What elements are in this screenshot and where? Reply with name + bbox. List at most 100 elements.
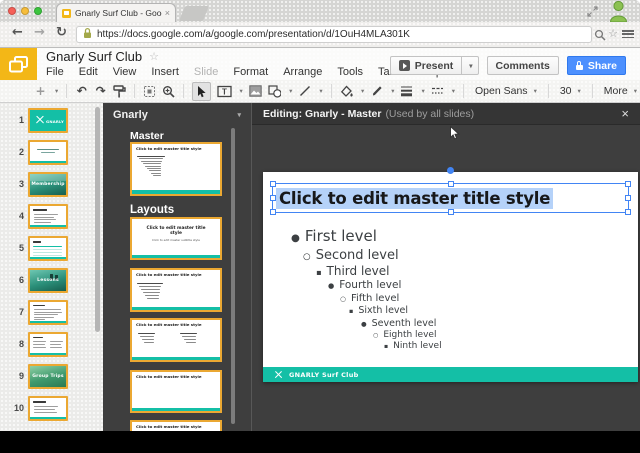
layout-thumbnail-title-slide[interactable]: Click to edit master title style Click t…: [130, 217, 222, 260]
menu-tools[interactable]: Tools: [337, 66, 363, 78]
resize-handle[interactable]: [448, 209, 454, 215]
resize-handle[interactable]: [270, 209, 276, 215]
share-button[interactable]: Share: [567, 56, 626, 75]
resize-handle[interactable]: [448, 181, 454, 187]
master-slide-canvas[interactable]: Click to edit master title style ●First …: [263, 172, 638, 382]
browser-tab[interactable]: Gnarly Surf Club - Google ×: [56, 3, 176, 22]
zoom-icon[interactable]: [162, 83, 175, 100]
resize-handle[interactable]: [625, 195, 631, 201]
filmstrip-slide-9[interactable]: 9 Group Trips: [6, 364, 68, 389]
resize-handle[interactable]: [625, 209, 631, 215]
filmstrip-slide-4[interactable]: 4: [6, 204, 68, 229]
slide-thumbnail[interactable]: Group Trips: [28, 364, 68, 389]
font-size-dropdown[interactable]: 30 ▾: [557, 85, 584, 97]
layout-thumbnail-title-body[interactable]: Click to edit master title style: [130, 268, 222, 312]
reload-icon[interactable]: ↻: [56, 25, 67, 40]
filmstrip-slide-1[interactable]: 1 GNARLY: [6, 108, 68, 133]
tab-close-icon[interactable]: ×: [165, 8, 170, 18]
menu-format[interactable]: Format: [233, 66, 268, 78]
undo-icon[interactable]: ↶: [75, 83, 88, 100]
line-dropdown-icon[interactable]: ▾: [319, 87, 322, 95]
minimize-window-button[interactable]: [21, 7, 29, 15]
redo-icon[interactable]: ↷: [94, 83, 107, 100]
line-tool-icon[interactable]: [298, 83, 311, 100]
menu-insert[interactable]: Insert: [151, 66, 179, 78]
filmstrip-slide-3[interactable]: 3 Membership: [6, 172, 68, 197]
filmstrip-slide-6[interactable]: 6 Lessons: [6, 268, 68, 293]
font-family-dropdown[interactable]: Open Sans ▾: [472, 85, 540, 97]
forward-icon[interactable]: →: [34, 25, 45, 40]
slide-thumbnail[interactable]: GNARLY: [28, 108, 68, 133]
resize-handle[interactable]: [625, 181, 631, 187]
crossed-surfboards-icon: [35, 115, 45, 125]
line-weight-icon[interactable]: [400, 83, 413, 100]
filmstrip-slide-2[interactable]: 2: [6, 140, 68, 165]
filmstrip-slide-8[interactable]: 8: [6, 332, 68, 357]
resize-handle[interactable]: [270, 195, 276, 201]
layout-thumbnail-partial[interactable]: Click to edit master title style: [130, 420, 222, 431]
title-placeholder[interactable]: Click to edit master title style: [272, 183, 629, 213]
zoom-page-icon[interactable]: [594, 28, 606, 46]
new-slide-button[interactable]: +: [34, 83, 47, 100]
new-tab-button[interactable]: [179, 6, 209, 21]
star-document-icon[interactable]: ☆: [149, 50, 159, 63]
fill-color-dropdown-icon[interactable]: ▾: [361, 87, 364, 95]
slide-thumbnail[interactable]: Membership: [28, 172, 68, 197]
filmstrip-scrollbar[interactable]: [95, 107, 100, 332]
title-text[interactable]: Click to edit master title style: [276, 188, 553, 209]
line-color-dropdown-icon[interactable]: ▾: [391, 87, 394, 95]
shape-tool-icon[interactable]: [268, 83, 281, 100]
paint-format-icon[interactable]: [113, 83, 126, 100]
textbox-tool-icon[interactable]: T: [217, 83, 231, 100]
present-dropdown[interactable]: ▾: [461, 56, 478, 75]
line-color-icon[interactable]: [370, 83, 383, 100]
slide-thumbnail[interactable]: [28, 140, 68, 165]
zoom-window-button[interactable]: [34, 7, 42, 15]
line-dash-dropdown-icon[interactable]: ▾: [452, 87, 455, 95]
thumb-title: Click to edit master title style: [136, 425, 216, 430]
menu-arrange[interactable]: Arrange: [283, 66, 322, 78]
master-thumbnail[interactable]: Click to edit master title style: [130, 142, 222, 196]
slide-thumbnail[interactable]: Lessons: [28, 268, 68, 293]
expand-icon[interactable]: [587, 4, 598, 22]
filmstrip-slide-7[interactable]: 7: [6, 300, 68, 325]
rotate-handle[interactable]: [447, 167, 454, 174]
textbox-dropdown-icon[interactable]: ▾: [240, 87, 243, 95]
back-icon[interactable]: ←: [12, 25, 23, 40]
document-title[interactable]: Gnarly Surf Club: [46, 49, 142, 64]
slide-thumbnail[interactable]: [28, 300, 68, 325]
close-window-button[interactable]: [8, 7, 16, 15]
resize-handle[interactable]: [270, 181, 276, 187]
layout-thumbnail-title-only[interactable]: Click to edit master title style: [130, 370, 222, 413]
close-icon[interactable]: ×: [621, 107, 629, 120]
body-placeholder[interactable]: ●First level ○Second level ▪Third level …: [291, 228, 442, 352]
slide-thumbnail[interactable]: [28, 204, 68, 229]
filmstrip-slide-5[interactable]: 5: [6, 236, 68, 261]
slides-logo[interactable]: [0, 48, 37, 80]
select-tool-icon[interactable]: [192, 82, 211, 101]
menu-view[interactable]: View: [113, 66, 137, 78]
zoom-fit-icon[interactable]: [143, 83, 156, 100]
address-bar[interactable]: https://docs.google.com/a/google.com/pre…: [76, 26, 592, 43]
thumb-label: Lessons: [30, 278, 66, 283]
menu-file[interactable]: File: [46, 66, 64, 78]
present-button[interactable]: Present: [390, 56, 463, 75]
layout-thumbnail-two-columns[interactable]: Click to edit master title style: [130, 318, 222, 362]
theme-selector[interactable]: Gnarly ▾: [103, 103, 251, 127]
slide-thumbnail[interactable]: [28, 236, 68, 261]
menu-edit[interactable]: Edit: [79, 66, 98, 78]
more-dropdown[interactable]: More ▾: [601, 85, 640, 97]
bookmark-star-icon[interactable]: ☆: [608, 27, 618, 40]
line-weight-dropdown-icon[interactable]: ▾: [421, 87, 424, 95]
new-slide-dropdown-icon[interactable]: ▾: [55, 87, 58, 95]
master-panel-scrollbar[interactable]: [231, 128, 235, 424]
comments-button[interactable]: Comments: [487, 56, 559, 75]
shape-dropdown-icon[interactable]: ▾: [289, 87, 292, 95]
fill-color-icon[interactable]: [340, 83, 353, 100]
slide-thumbnail[interactable]: [28, 396, 68, 421]
slide-thumbnail[interactable]: [28, 332, 68, 357]
line-dash-icon[interactable]: [431, 83, 444, 100]
image-tool-icon[interactable]: [249, 83, 262, 100]
chrome-menu-icon[interactable]: [622, 30, 634, 39]
filmstrip-slide-10[interactable]: 10: [6, 396, 68, 421]
